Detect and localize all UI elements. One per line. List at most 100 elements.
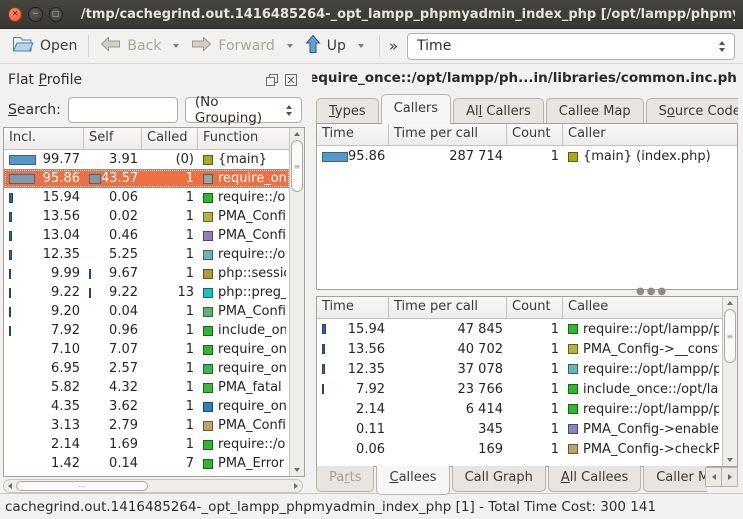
cost-cell: 0.04 xyxy=(84,302,142,321)
close-window-button[interactable]: ✕ xyxy=(8,7,22,22)
column-header-count[interactable]: Count xyxy=(507,297,563,318)
table-row[interactable]: 9.999.671php::sessio xyxy=(4,264,290,283)
splitter-handle[interactable]: ●●● xyxy=(316,288,738,296)
vertical-scrollbar[interactable]: ≡ xyxy=(289,128,304,476)
cost-cell: 0.11 xyxy=(317,419,389,439)
scroll-down-icon[interactable] xyxy=(290,464,304,476)
spinner-arrows-icon[interactable] xyxy=(279,105,299,116)
time-per-call-value: 47 845 xyxy=(458,322,504,337)
table-row[interactable]: 7.920.961include_on xyxy=(4,321,290,340)
column-header-incl[interactable]: Incl. xyxy=(4,128,84,149)
tab-callee-map[interactable]: Callee Map xyxy=(546,98,644,124)
table-row[interactable]: 6.952.571require_on xyxy=(4,359,290,378)
table-row[interactable]: 7.107.071require_on xyxy=(4,340,290,359)
scrollbar-thumb[interactable]: ⋯ xyxy=(16,481,148,491)
tab-scroll-right-icon[interactable] xyxy=(722,467,738,487)
cost-cell: 0.02 xyxy=(84,207,142,226)
spinner-arrows-icon[interactable] xyxy=(712,41,732,52)
cost-bar xyxy=(9,269,11,279)
column-header-time[interactable]: Time xyxy=(317,124,389,145)
scrollbar-thumb[interactable]: ≡ xyxy=(291,140,303,192)
toolbar-overflow-icon[interactable]: » xyxy=(389,37,398,55)
function-name: {main} xyxy=(218,152,267,167)
cost-value: 1.40 xyxy=(51,475,80,476)
up-button[interactable]: Up xyxy=(301,32,350,60)
tab-caller-map[interactable]: Caller Map xyxy=(643,466,707,492)
forward-button[interactable]: Forward xyxy=(187,34,278,58)
minimize-window-button[interactable]: ─ xyxy=(28,7,42,22)
table-row[interactable]: 15.940.061require::/o xyxy=(4,188,290,207)
table-row[interactable]: 2.146 4141require::/opt/lampp/p... xyxy=(317,399,723,419)
scrollbar-thumb[interactable]: ≡ xyxy=(724,309,736,363)
close-panel-icon[interactable] xyxy=(284,73,298,87)
search-input[interactable] xyxy=(68,97,178,123)
up-dropdown-icon[interactable] xyxy=(358,44,364,48)
tab-all-callees[interactable]: All Callees xyxy=(548,466,641,492)
function-name: require::/opt/lampp/p... xyxy=(583,402,719,417)
grouping-select[interactable]: (No Grouping) xyxy=(185,97,302,123)
column-header-self[interactable]: Self xyxy=(84,128,142,149)
float-panel-icon[interactable] xyxy=(265,73,279,87)
scroll-up-icon[interactable] xyxy=(290,128,304,140)
table-row[interactable]: 0.113451PMA_Config->enable... xyxy=(317,419,723,439)
cost-cell: 0.02 xyxy=(84,473,142,476)
table-row[interactable]: 4.353.621require_on xyxy=(4,397,290,416)
table-row[interactable]: 7.9223 7661include_once::/opt/la... xyxy=(317,379,723,399)
table-row[interactable]: 95.8643.571require_on xyxy=(4,169,290,188)
column-header-count[interactable]: Count xyxy=(507,124,563,145)
up-label: Up xyxy=(327,38,346,54)
maximize-window-button[interactable]: ▢ xyxy=(49,7,63,22)
tab-types[interactable]: Types xyxy=(316,98,379,124)
column-header-caller[interactable]: Caller xyxy=(563,124,737,145)
back-dropdown-icon[interactable] xyxy=(173,44,179,48)
vertical-scrollbar[interactable]: ≡ xyxy=(722,297,737,466)
tab-call-graph[interactable]: Call Graph xyxy=(452,466,546,492)
column-header-called[interactable]: Called xyxy=(142,128,198,149)
tab-source-code[interactable]: Source Code xyxy=(646,98,738,124)
column-header-time-per-call[interactable]: Time per call xyxy=(389,297,507,318)
scroll-down-icon[interactable] xyxy=(723,454,737,466)
table-row[interactable]: 99.773.91(0){main} xyxy=(4,150,290,169)
open-button[interactable]: Open xyxy=(8,33,81,59)
back-button[interactable]: Back xyxy=(96,34,165,58)
function-name: PMA_Confi xyxy=(218,209,286,224)
horizontal-scrollbar[interactable]: ⋯ xyxy=(3,479,303,493)
table-row[interactable]: 9.200.041PMA_Confi xyxy=(4,302,290,321)
titlebar[interactable]: ✕ ─ ▢ /tmp/cachegrind.out.1416485264-_op… xyxy=(0,0,743,29)
table-row[interactable]: 9.229.2213php::preg_ xyxy=(4,283,290,302)
tab-all-callers[interactable]: All Callers xyxy=(453,98,544,124)
tab-parts[interactable]: Parts xyxy=(316,466,374,492)
column-header-function[interactable]: Function xyxy=(198,128,290,149)
table-row[interactable]: 13.040.461PMA_Confi xyxy=(4,226,290,245)
column-header-time[interactable]: Time xyxy=(317,297,389,318)
table-row[interactable]: 13.5640 7021PMA_Config->__const... xyxy=(317,339,723,359)
time-per-call-cell: 169 xyxy=(389,439,507,459)
tab-scroll-left-icon[interactable] xyxy=(705,467,722,487)
forward-dropdown-icon[interactable] xyxy=(287,44,293,48)
cost-cell: 3.91 xyxy=(84,150,142,169)
table-row[interactable]: 1.400.025PMA_R xyxy=(4,473,290,476)
table-row[interactable]: 15.9447 8451require::/opt/lampp/p... xyxy=(317,319,723,339)
scroll-up-icon[interactable] xyxy=(723,297,737,309)
table-row[interactable]: 1.420.147PMA_Error xyxy=(4,454,290,473)
scroll-right-icon[interactable] xyxy=(290,480,302,492)
table-row[interactable]: 3.132.791PMA_Confi xyxy=(4,416,290,435)
time-per-call-cell: 6 414 xyxy=(389,399,507,419)
table-row[interactable]: 12.3537 0781require::/opt/lampp/p... xyxy=(317,359,723,379)
open-folder-icon xyxy=(12,35,34,57)
table-row[interactable]: 13.560.021PMA_Confi xyxy=(4,207,290,226)
column-header-callee[interactable]: Callee xyxy=(563,297,723,318)
table-row[interactable]: 95.86287 7141{main} (index.php) xyxy=(317,146,737,167)
table-row[interactable]: 12.355.251require::/o xyxy=(4,245,290,264)
column-header-time-per-call[interactable]: Time per call xyxy=(389,124,507,145)
tab-callers[interactable]: Callers xyxy=(381,94,451,124)
table-row[interactable]: 5.824.321PMA_fatal xyxy=(4,378,290,397)
scroll-left-icon[interactable] xyxy=(4,480,16,492)
event-type-select[interactable]: Time xyxy=(407,33,735,60)
up-arrow-icon xyxy=(305,34,321,58)
window-title: /tmp/cachegrind.out.1416485264-_opt_lamp… xyxy=(81,7,735,22)
table-row[interactable]: 2.141.691require::/o xyxy=(4,435,290,454)
flat-profile-table: Incl.SelfCalledFunction 99.773.91(0){mai… xyxy=(3,127,305,477)
tab-callees[interactable]: Callees xyxy=(376,466,449,495)
table-row[interactable]: 0.061691PMA_Config->checkP... xyxy=(317,439,723,459)
